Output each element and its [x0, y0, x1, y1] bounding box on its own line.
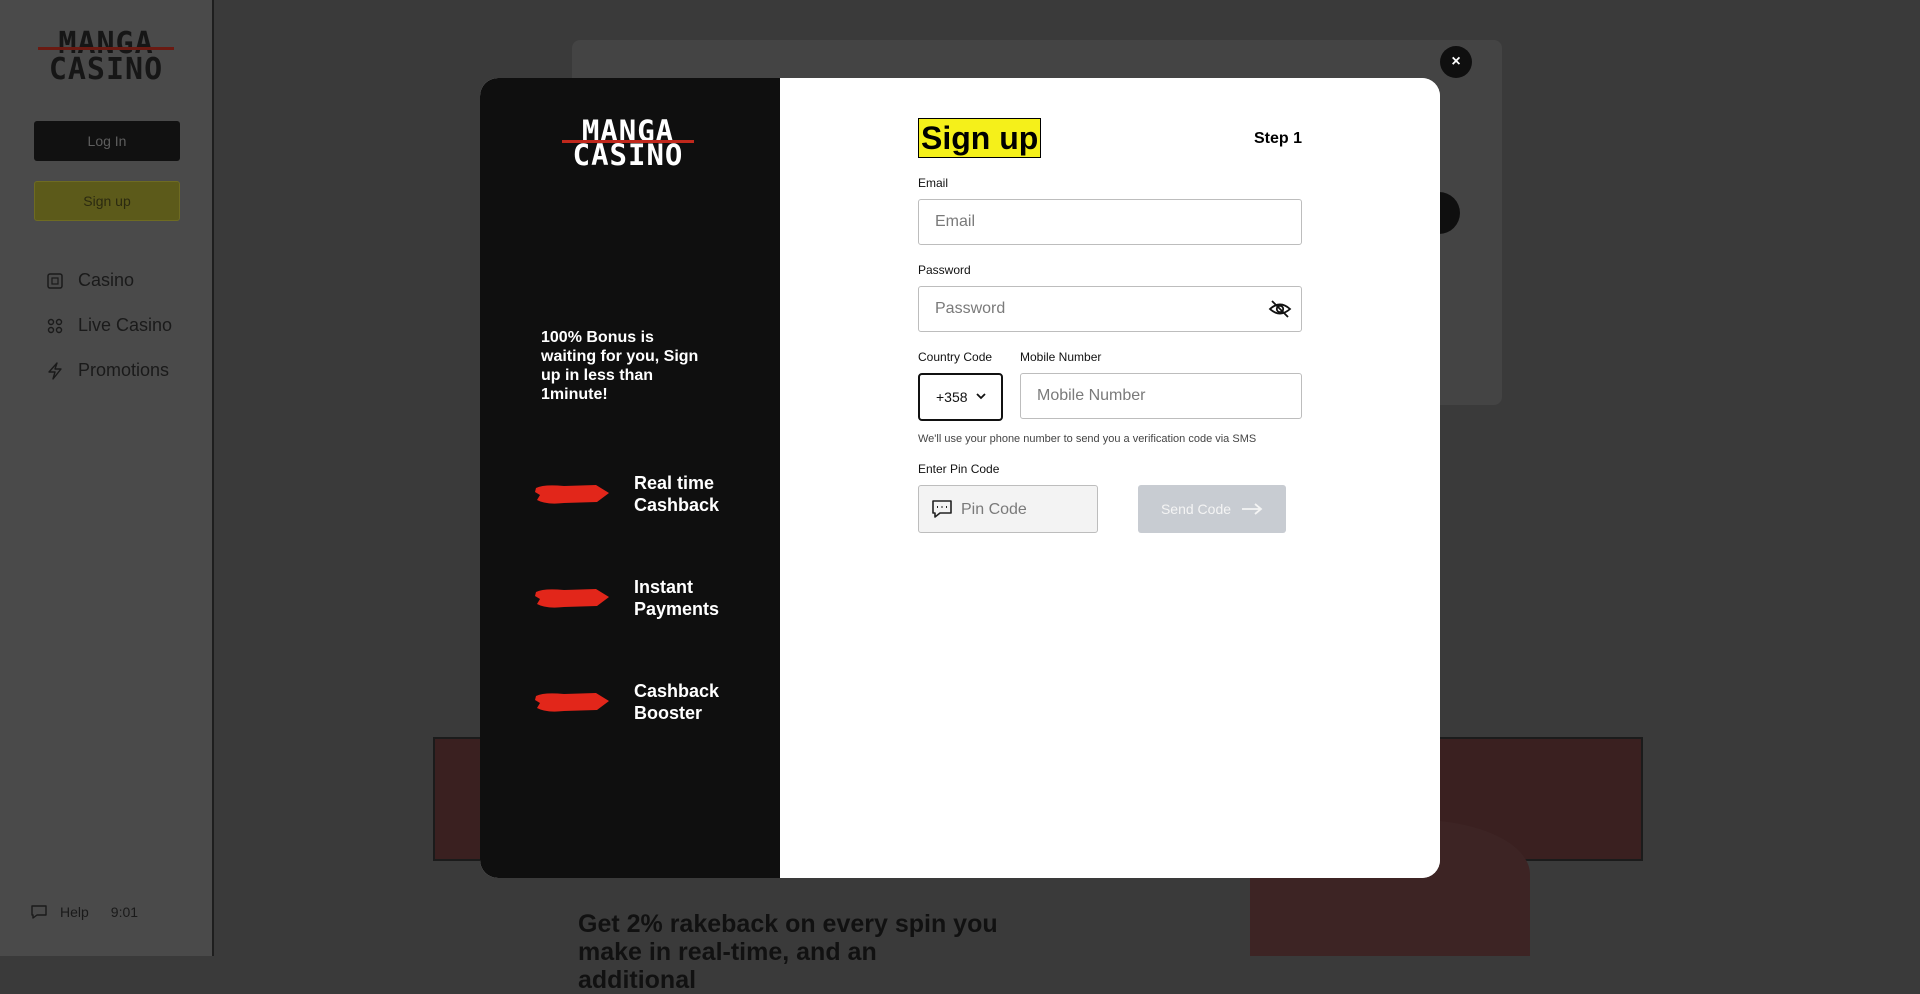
feature-label-line: Cashback: [634, 495, 720, 515]
close-modal-button[interactable]: ×: [1440, 46, 1472, 78]
sidebar-footer: Help 9:01: [30, 904, 138, 920]
sidebar-item-promotions[interactable]: Promotions: [46, 348, 172, 393]
password-wrapper: [918, 286, 1302, 332]
pin-row: Send Code: [918, 485, 1302, 534]
arrow-right-icon: [1242, 503, 1263, 515]
sidebar-item-label: Casino: [78, 270, 135, 290]
message-icon: [932, 500, 952, 518]
signup-form-panel: Sign up Step 1 Email Password Country Co…: [780, 78, 1440, 878]
mobile-number-group: Mobile Number: [1020, 332, 1302, 421]
help-icon[interactable]: [30, 904, 48, 920]
casino-icon: [46, 272, 64, 290]
logo-line2: CASINO: [572, 138, 684, 172]
mobile-number-field[interactable]: [1020, 373, 1302, 419]
chevron-down-icon: [975, 392, 986, 403]
logo-stripe: [562, 140, 694, 143]
red-brush-icon: [535, 693, 609, 712]
pin-code-wrapper: [918, 485, 1098, 534]
background-headline: Get 2% rakeback on every spin you make i…: [578, 910, 998, 994]
sidebar-item-label: Live Casino: [78, 315, 173, 335]
signup-modal: MANGA CASINO 100% Bonus is waiting for y…: [480, 78, 1440, 878]
modal-logo: MANGA CASINO: [562, 117, 694, 172]
feature-label: Cashback Booster: [634, 680, 724, 724]
send-code-label: Send Code: [1160, 501, 1232, 517]
feature-label-line: Booster: [634, 703, 703, 723]
feature-label-line: Real time: [634, 473, 715, 493]
sidebar-item-casino[interactable]: Casino: [46, 258, 172, 303]
country-code-value: +358: [936, 389, 968, 405]
close-icon: ×: [1451, 53, 1461, 70]
clock-time: 9:01: [110, 904, 139, 920]
pin-code-label: Enter Pin Code: [918, 462, 1000, 476]
live-casino-icon: [46, 317, 64, 335]
sidebar-item-live-casino[interactable]: Live Casino: [46, 303, 172, 348]
phone-row: Country Code +358 Mobile Number: [918, 332, 1302, 421]
red-brush-icon: [535, 589, 609, 608]
feature-item: Real time Cashback: [534, 472, 724, 516]
mobile-number-label: Mobile Number: [1020, 350, 1102, 364]
modal-promo-panel: MANGA CASINO 100% Bonus is waiting for y…: [480, 78, 780, 878]
email-field[interactable]: [918, 199, 1302, 245]
email-label: Email: [918, 176, 949, 190]
feature-item: Instant Payments: [534, 576, 724, 620]
feature-item: Cashback Booster: [534, 680, 724, 724]
feature-label-line: Cashback: [634, 681, 720, 701]
password-label: Password: [918, 263, 971, 277]
feature-label-line: Instant: [634, 577, 694, 597]
toggle-password-visibility-icon[interactable]: [1268, 297, 1292, 321]
login-button[interactable]: Log In: [34, 121, 180, 161]
red-brush-icon: [535, 485, 609, 504]
country-code-select[interactable]: +358: [918, 373, 1003, 421]
sidebar-logo[interactable]: MANGA CASINO: [38, 29, 174, 87]
feature-label: Real time Cashback: [634, 472, 724, 516]
logo-stripe: [38, 47, 174, 50]
promo-text: 100% Bonus is waiting for you, Sign up i…: [541, 329, 699, 403]
feature-label-line: Payments: [634, 599, 720, 619]
sidebar: MANGA CASINO Log In Sign up Casino Live …: [0, 0, 214, 956]
signup-title: Sign up: [918, 118, 1042, 158]
password-field[interactable]: [918, 286, 1302, 332]
signup-form: Sign up Step 1 Email Password Country Co…: [918, 118, 1302, 534]
sidebar-nav: Casino Live Casino Promotions: [46, 258, 172, 393]
help-link[interactable]: Help: [60, 904, 89, 920]
sms-help-text: We'll use your phone number to send you …: [918, 433, 1257, 445]
step-indicator: Step 1: [1253, 130, 1302, 147]
logo-line2: CASINO: [48, 52, 164, 87]
send-code-button[interactable]: Send Code: [1138, 485, 1286, 533]
sidebar-item-label: Promotions: [78, 360, 170, 380]
promotions-icon: [46, 361, 64, 380]
country-code-group: Country Code +358: [918, 332, 1003, 421]
feature-label: Instant Payments: [634, 576, 724, 620]
pin-code-field[interactable]: [959, 486, 1093, 534]
sidebar-signup-button[interactable]: Sign up: [34, 181, 180, 221]
country-code-label: Country Code: [918, 350, 993, 364]
